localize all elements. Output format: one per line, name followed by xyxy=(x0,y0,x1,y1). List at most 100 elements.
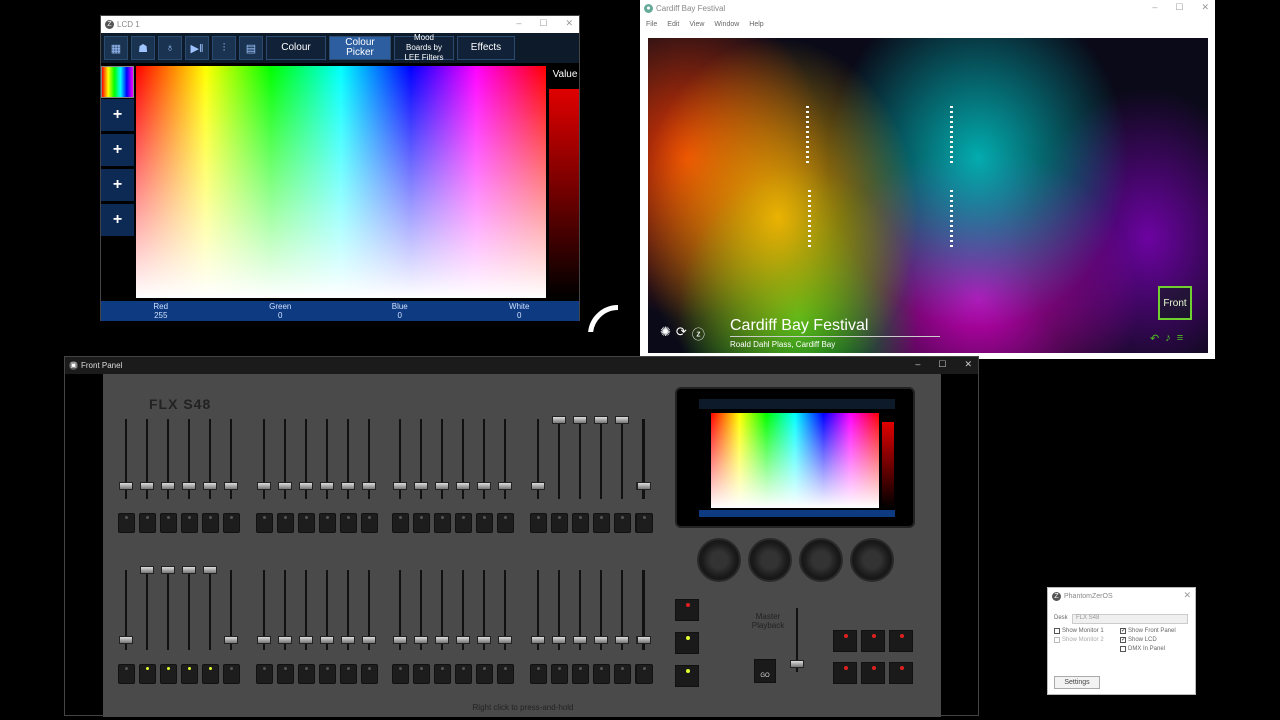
flash-button[interactable] xyxy=(476,664,493,684)
settings-button[interactable]: Settings xyxy=(1054,676,1100,689)
flash-button[interactable] xyxy=(139,664,156,684)
bulb-icon[interactable]: ♁ xyxy=(158,36,182,60)
delete-button[interactable] xyxy=(889,630,913,652)
clear-button[interactable] xyxy=(889,662,913,684)
flash-button[interactable] xyxy=(340,664,357,684)
flash-button[interactable] xyxy=(118,664,135,684)
fader-knob[interactable] xyxy=(456,482,470,490)
menu-help[interactable]: Help xyxy=(749,21,763,28)
fader-knob[interactable] xyxy=(257,636,271,644)
fader-knob[interactable] xyxy=(573,416,587,424)
flash-button[interactable] xyxy=(572,664,589,684)
sun-icon[interactable]: ✺ xyxy=(660,324,671,343)
flash-button[interactable] xyxy=(614,513,631,533)
fader-knob[interactable] xyxy=(637,636,651,644)
fader-knob[interactable] xyxy=(477,482,491,490)
flash-button[interactable] xyxy=(593,513,610,533)
flash-button[interactable] xyxy=(361,513,378,533)
flash-button[interactable] xyxy=(160,664,177,684)
fader-knob[interactable] xyxy=(615,416,629,424)
home-button[interactable] xyxy=(861,662,885,684)
flash-button[interactable] xyxy=(319,513,336,533)
checkbox-icon[interactable] xyxy=(1120,646,1126,652)
fader-knob[interactable] xyxy=(224,636,238,644)
phantom-titlebar[interactable]: Z PhantomZerOS ✕ xyxy=(1048,588,1195,605)
fader-knob[interactable] xyxy=(203,566,217,574)
flash-button[interactable] xyxy=(413,664,430,684)
encoder-wheel-1[interactable] xyxy=(697,538,741,582)
master-fader-knob[interactable] xyxy=(790,660,804,668)
fader-knob[interactable] xyxy=(594,416,608,424)
fader-knob[interactable] xyxy=(573,636,587,644)
flash-button[interactable] xyxy=(202,513,219,533)
flash-button[interactable] xyxy=(298,664,315,684)
maximize-icon[interactable]: ☐ xyxy=(1175,2,1183,13)
flash-button[interactable] xyxy=(160,513,177,533)
flash-button[interactable] xyxy=(392,664,409,684)
fader-knob[interactable] xyxy=(119,636,133,644)
fader-knob[interactable] xyxy=(182,482,196,490)
tab-colour[interactable]: Colour xyxy=(266,36,326,60)
flash-button[interactable] xyxy=(455,664,472,684)
show-front-panel-option[interactable]: ✓ Show Front Panel xyxy=(1120,628,1176,634)
tab-colour-picker[interactable]: Colour Picker xyxy=(329,36,391,60)
fader-knob[interactable] xyxy=(161,566,175,574)
colour-swatch[interactable] xyxy=(101,66,134,98)
encoder-wheel-3[interactable] xyxy=(799,538,843,582)
menu-file[interactable]: File xyxy=(646,21,657,28)
add-palette-button-4[interactable]: + xyxy=(101,204,134,236)
checkbox-checked-icon[interactable]: ✓ xyxy=(1120,628,1126,634)
show-monitor-1-option[interactable]: Show Monitor 1 xyxy=(1054,628,1104,634)
add-palette-button-2[interactable]: + xyxy=(101,134,134,166)
minimize-icon[interactable]: – xyxy=(1152,2,1157,13)
fader-knob[interactable] xyxy=(362,636,376,644)
fader-knob[interactable] xyxy=(552,636,566,644)
video-titlebar[interactable]: ● Cardiff Bay Festival – ☐ ✕ xyxy=(640,0,1215,17)
fader-knob[interactable] xyxy=(615,636,629,644)
menu-icon[interactable]: ≡ xyxy=(1177,332,1183,345)
fader-knob[interactable] xyxy=(498,482,512,490)
show-lcd-option[interactable]: ✓ Show LCD xyxy=(1120,637,1157,643)
value-slider[interactable] xyxy=(549,89,579,298)
checkbox-checked-icon[interactable]: ✓ xyxy=(1120,637,1126,643)
flash-button[interactable] xyxy=(455,513,472,533)
flash-button[interactable] xyxy=(636,664,653,684)
flash-button[interactable] xyxy=(223,664,240,684)
fader-knob[interactable] xyxy=(161,482,175,490)
flash-button[interactable] xyxy=(340,513,357,533)
maximize-icon[interactable]: ☐ xyxy=(938,359,946,370)
fader-knob[interactable] xyxy=(393,636,407,644)
fader-knob[interactable] xyxy=(435,636,449,644)
fader-knob[interactable] xyxy=(278,636,292,644)
fader-knob[interactable] xyxy=(414,636,428,644)
flash-button[interactable] xyxy=(476,513,493,533)
menu-view[interactable]: View xyxy=(689,21,704,28)
close-icon[interactable]: ✕ xyxy=(1183,590,1191,601)
add-palette-button-1[interactable]: + xyxy=(101,99,134,131)
flash-button[interactable] xyxy=(361,664,378,684)
fader-knob[interactable] xyxy=(531,636,545,644)
fader-knob[interactable] xyxy=(393,482,407,490)
flash-button[interactable] xyxy=(181,513,198,533)
fader-knob[interactable] xyxy=(414,482,428,490)
encoder-wheel-2[interactable] xyxy=(748,538,792,582)
update-button[interactable] xyxy=(861,630,885,652)
flash-button[interactable] xyxy=(530,664,547,684)
flash-button[interactable] xyxy=(551,664,568,684)
zero88-icon[interactable]: ⓩ xyxy=(692,324,705,343)
fader-knob[interactable] xyxy=(182,566,196,574)
menu-edit[interactable]: Edit xyxy=(667,21,679,28)
flash-button[interactable] xyxy=(614,664,631,684)
fader-knob[interactable] xyxy=(594,636,608,644)
flash-button[interactable] xyxy=(530,513,547,533)
shift-button[interactable] xyxy=(833,662,857,684)
flash-button[interactable] xyxy=(256,664,273,684)
flash-button[interactable] xyxy=(298,513,315,533)
page-button-1[interactable] xyxy=(675,599,699,621)
add-palette-button-3[interactable]: + xyxy=(101,169,134,201)
desk-select[interactable]: FLX S48 xyxy=(1072,614,1188,624)
minimize-icon[interactable]: – xyxy=(915,359,920,370)
home-icon[interactable]: ▦ xyxy=(104,36,128,60)
flash-button[interactable] xyxy=(434,664,451,684)
close-icon[interactable]: ✕ xyxy=(964,359,972,370)
